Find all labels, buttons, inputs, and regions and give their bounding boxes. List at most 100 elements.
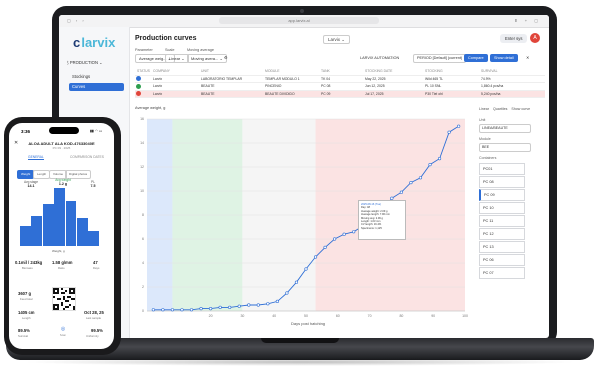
scale-label: Scale	[165, 48, 175, 52]
data-point	[180, 308, 184, 312]
stat-value: 1.2 g	[58, 182, 68, 186]
page-title: Production curves	[135, 35, 197, 42]
hist-x-label: Weight, g	[52, 249, 65, 253]
phone-status-icons: ▮▮ ◠ ▭	[90, 129, 103, 133]
container-item[interactable]: PC 08	[479, 176, 525, 188]
container-item[interactable]: PC 13	[479, 241, 525, 253]
browser-nav-icons[interactable]: ▢ ‹ ›	[67, 18, 86, 23]
table-row[interactable]: Larvix BEAUTE PINCENIO PC 08 Jun 12, 202…	[135, 83, 545, 91]
x-tick-label: 90	[431, 314, 435, 318]
tab-quartiles[interactable]: Quartiles	[493, 107, 507, 111]
data-point	[247, 303, 251, 307]
sidebar-item-stockings[interactable]: Stockings	[69, 73, 124, 81]
chart-svg: 0 2 4 6 8 10 12 14 16 20 30 40 50 60 70 80 90 100	[140, 117, 468, 318]
logo[interactable]: c larvix	[73, 35, 115, 50]
scale-select[interactable]: Linear ⌄	[165, 54, 189, 63]
container-item[interactable]: PC 07	[479, 267, 525, 279]
table-cell: 1,860.4 pcs/ha	[481, 84, 504, 88]
data-point	[256, 303, 260, 307]
compare-button[interactable]: Compare	[464, 54, 488, 62]
table-cell: PL 10 SNL	[425, 84, 442, 88]
containers-list: PC01 PC 08 PC 09 PC 10 PC 11 PC 12 PC 13…	[479, 163, 525, 280]
period-select[interactable]: PERIOD [Default] (current)	[413, 54, 467, 63]
browser-tool-icons[interactable]: ⬆ + ▢	[514, 18, 541, 23]
status-dot	[136, 76, 141, 81]
table-header-cell: STOCKING DATE	[365, 69, 393, 73]
table-header-cell: STOCKING	[425, 69, 443, 73]
table-cell: P30 Tiel ohl	[425, 91, 443, 96]
unit-select[interactable]: LINEA/BEAUTE	[479, 124, 531, 133]
container-item[interactable]: PC 11	[479, 215, 525, 227]
table-cell: BEAUTE	[201, 91, 215, 96]
data-point	[189, 308, 194, 312]
table-cell: BEAUTE DIVIDIDO	[265, 91, 295, 96]
y-tick-label: 4	[142, 261, 144, 265]
kv-label: Biomass	[22, 266, 33, 270]
data-point	[285, 291, 289, 295]
enter-system-button[interactable]: Enter sys	[500, 34, 528, 43]
table-header-cell: STATUS	[137, 69, 150, 73]
tab-comparison-dates[interactable]: COMPARISON DATES	[70, 155, 104, 159]
sidebar-section-production[interactable]: ⟆ PRODUCTION ⌄	[67, 60, 103, 65]
data-point	[228, 305, 232, 309]
growth-chart[interactable]: 0 2 4 6 8 10 12 14 16 20 30 40 50 60 70 80 90 100	[135, 111, 475, 326]
table-row-selected[interactable]: Larvix BEAUTE BEAUTE DIVIDIDO PC 09 Jul …	[135, 90, 545, 98]
container-item[interactable]: PC 10	[479, 202, 525, 214]
settings-icon[interactable]: ⚙	[221, 54, 231, 61]
kv-label: Feed total	[20, 297, 33, 301]
container-item[interactable]: PC 06	[479, 254, 525, 266]
show-detail-button[interactable]: Show detail	[490, 54, 518, 62]
table-cell: BEAUTE	[201, 84, 215, 88]
data-point	[304, 267, 308, 271]
chip-weight[interactable]: Weight	[17, 170, 35, 179]
histogram-bar	[20, 226, 31, 246]
table-cell: Larvix	[153, 76, 163, 81]
table-header-cell: SURVIVAL	[481, 69, 498, 73]
data-point	[323, 245, 327, 249]
farm-select[interactable]: Larvix ⌄	[323, 35, 351, 44]
phone-time: 3:36	[21, 129, 31, 134]
qr-pattern	[53, 288, 75, 310]
module-select[interactable]: BEE	[479, 143, 531, 152]
scan-icon[interactable]: ◎	[52, 326, 74, 332]
table-cell: 74.9%	[481, 76, 491, 81]
address-bar[interactable]: app.larvix.ai	[219, 17, 379, 24]
container-item[interactable]: PC01	[479, 163, 525, 175]
table-cell: PC 09	[321, 91, 331, 96]
container-item-selected[interactable]: PC 09	[479, 189, 525, 201]
data-point	[333, 237, 337, 241]
table-header-cell: MODULE	[265, 69, 280, 73]
kv-value: 47	[93, 260, 98, 265]
kv-value: 1.58 g/mm	[52, 260, 73, 265]
data-point	[352, 230, 356, 234]
webcam	[300, 9, 304, 13]
data-point	[218, 305, 222, 309]
tab-general[interactable]: GENERAL	[28, 155, 44, 160]
table-cell: Larvix	[153, 84, 163, 88]
data-point	[294, 280, 299, 284]
data-point	[418, 176, 423, 180]
table-cell: PC 08	[321, 84, 331, 88]
table-cell: TK 04	[321, 76, 331, 81]
status-dot	[136, 91, 141, 96]
laptop-notch	[261, 338, 339, 343]
data-point	[151, 308, 155, 312]
histogram-bar	[42, 204, 54, 246]
x-tick-label: 50	[304, 314, 308, 318]
sidebar-item-curves[interactable]: Curves	[69, 83, 124, 91]
kv-label: Ratio	[58, 266, 65, 270]
container-item[interactable]: PC 12	[479, 228, 525, 240]
table-cell: TEMPLAR MODULO 1	[265, 76, 300, 81]
close-icon[interactable]: ✕	[523, 54, 532, 61]
parameter-label: Parameter	[135, 48, 153, 52]
x-tick-label: 60	[336, 314, 340, 318]
tab-show-curve[interactable]: Show curve	[511, 107, 530, 111]
table-row[interactable]: Larvix LABORATORIO TEMPLAR TEMPLAR MODUL…	[135, 76, 545, 83]
kv-label: Last sample	[86, 316, 102, 320]
tab-linear[interactable]: Linear	[479, 107, 489, 111]
larvix-automation-label: LARVIX AUTOMATION	[360, 56, 400, 60]
x-tick-label: 40	[272, 314, 276, 318]
data-point	[313, 255, 318, 259]
avatar[interactable]: A	[530, 33, 540, 43]
qr-code[interactable]	[52, 287, 76, 311]
